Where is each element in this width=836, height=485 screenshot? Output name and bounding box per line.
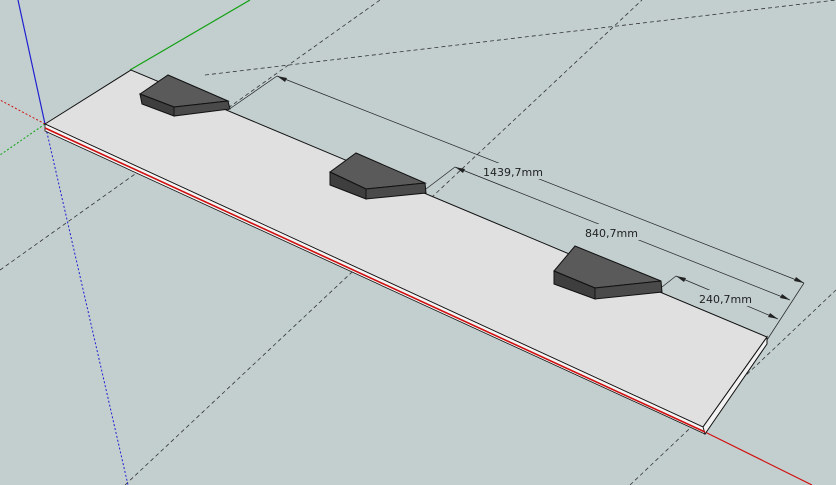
arrowhead	[780, 294, 790, 300]
arrowhead	[768, 313, 778, 319]
extension-line	[425, 166, 456, 190]
green-axis-dotted	[0, 123, 46, 156]
dimension-label: 840,7mm	[585, 227, 638, 240]
blue-axis-solid	[17, 0, 46, 125]
extension-line	[766, 282, 805, 341]
extension-line	[227, 75, 278, 111]
model-scene[interactable]: 1439,7mm 840,7mm 240,7mm	[0, 0, 836, 485]
guide-line	[204, 0, 836, 76]
arrowhead	[277, 76, 287, 82]
red-axis-solid	[704, 431, 813, 485]
arrowhead	[794, 277, 804, 283]
arrowhead	[676, 276, 686, 282]
dimension-label: 1439,7mm	[483, 166, 543, 179]
extension-line	[661, 275, 677, 288]
dimension-label: 240,7mm	[699, 293, 752, 306]
green-axis-solid	[129, 0, 251, 71]
board[interactable]	[43, 69, 768, 436]
sketchup-3d-viewport[interactable]: 1439,7mm 840,7mm 240,7mm	[0, 0, 836, 485]
board-top-face	[43, 69, 768, 428]
blue-axis-dotted	[44, 123, 129, 485]
red-axis-dotted	[0, 99, 46, 125]
